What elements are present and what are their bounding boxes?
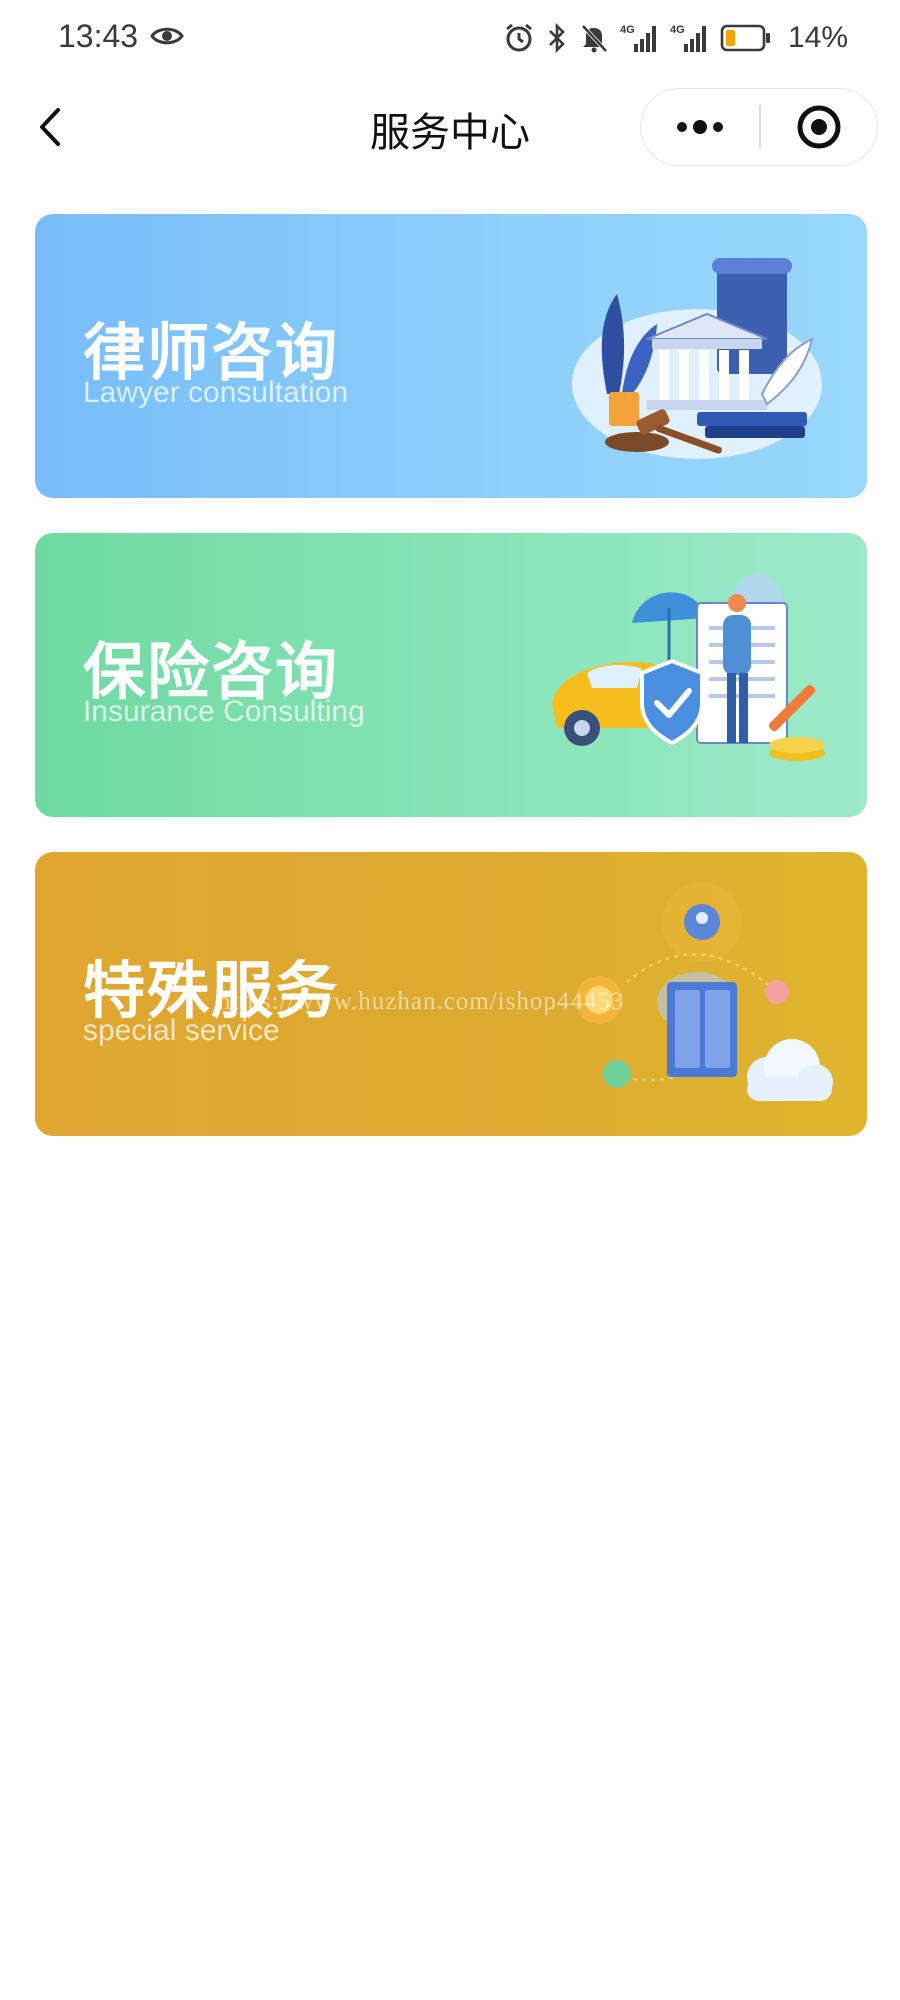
service-card-lawyer[interactable]: 律师咨询 Lawyer consultation [35,214,867,498]
card-subtitle: Insurance Consulting [83,695,365,728]
card-subtitle: special service [83,1014,280,1047]
close-button[interactable] [761,89,877,165]
battery-icon [720,24,770,52]
more-button[interactable] [641,89,759,165]
more-dots-icon [677,120,723,134]
signal-icon: 4G [620,24,656,52]
battery-fill [725,30,735,46]
target-close-icon [797,105,841,149]
bluetooth-icon [549,23,565,53]
nav-bar: 服务中心 [0,82,900,172]
battery-percent: 14% [787,21,848,54]
eye-icon [150,27,184,45]
bell-off-icon [581,24,608,53]
alarm-icon [506,23,532,52]
status-time: 13:43 [58,18,139,54]
status-icons: 4G 4G 14% [504,18,848,58]
courthouse-illustration [572,258,822,459]
signal-icon: 4G [670,24,706,52]
network-label-1: 4G [620,24,635,36]
network-label-2: 4G [670,24,685,36]
status-bar: 13:43 4G 4G 14% [0,0,900,80]
service-card-insurance[interactable]: 保险咨询 Insurance Consulting [35,533,867,817]
car-shield-illustration [552,573,825,761]
mini-program-capsule [640,88,878,166]
card-subtitle: Lawyer consultation [83,376,349,409]
watermark-text: https://www.huzhan.com/ishop44453 [218,988,625,1015]
